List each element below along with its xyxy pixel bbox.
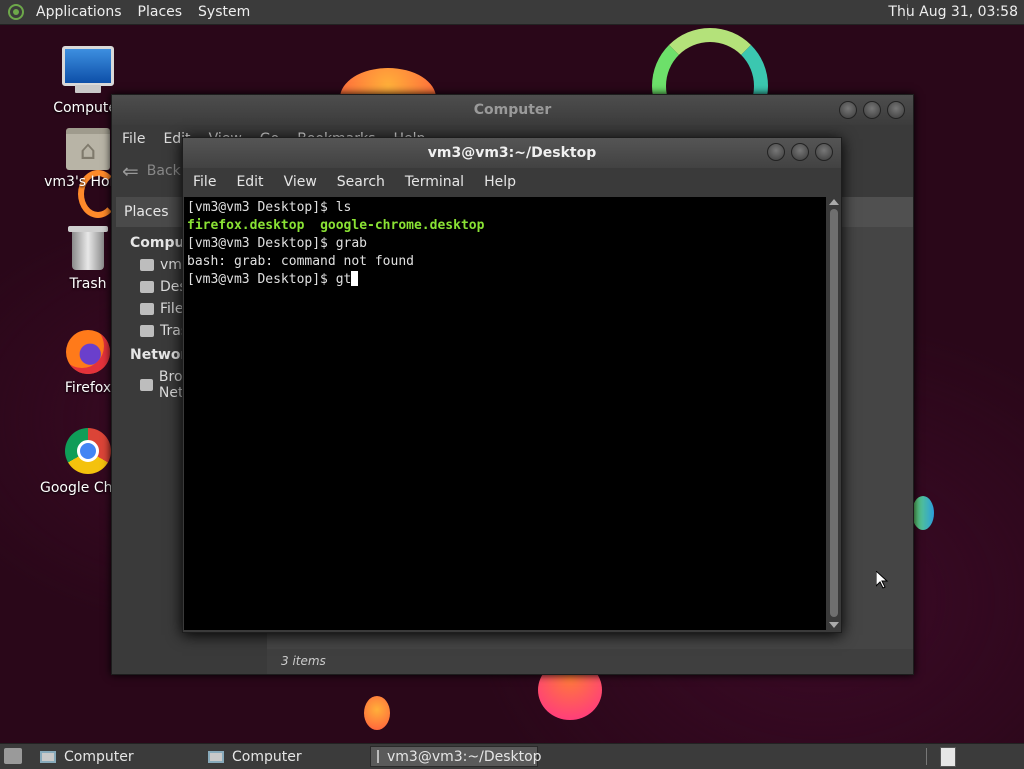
- terminal-icon: [377, 750, 379, 763]
- menu-edit[interactable]: Edit: [236, 174, 263, 190]
- taskbar-item-computer-2[interactable]: Computer: [202, 746, 362, 767]
- terminal-titlebar[interactable]: vm3@vm3:~/Desktop: [183, 138, 841, 168]
- wallpaper-teal-blob: [912, 496, 934, 530]
- scroll-up-icon[interactable]: [829, 199, 839, 205]
- minimize-button[interactable]: [839, 101, 857, 119]
- taskbar-label: Computer: [232, 748, 302, 765]
- menu-file[interactable]: File: [122, 131, 145, 147]
- taskbar-label: Computer: [64, 748, 134, 765]
- taskbar-item-terminal[interactable]: vm3@vm3:~/Desktop: [370, 746, 542, 767]
- menu-search[interactable]: Search: [337, 174, 385, 190]
- terminal-prompt-line: [vm3@vm3 Desktop]$ gt: [187, 272, 352, 287]
- computer-icon: [40, 750, 56, 763]
- ls-entry: firefox.desktop: [187, 218, 305, 233]
- terminal-line: [vm3@vm3 Desktop]$ grab: [187, 236, 368, 251]
- computer-icon: [62, 46, 114, 93]
- close-button[interactable]: [815, 143, 833, 161]
- minimize-button[interactable]: [767, 143, 785, 161]
- places-menu[interactable]: Places: [130, 4, 191, 20]
- distro-logo-icon[interactable]: [8, 4, 24, 20]
- close-button[interactable]: [887, 101, 905, 119]
- clock[interactable]: Thu Aug 31, 03:58: [888, 4, 1018, 20]
- home-folder-icon: [66, 128, 110, 170]
- terminal-scrollbar[interactable]: [828, 197, 840, 630]
- menu-view[interactable]: View: [284, 174, 317, 190]
- back-label: Back: [146, 163, 181, 179]
- desktop-icon: [140, 281, 154, 293]
- window-controls: [767, 143, 833, 161]
- window-title: Computer: [473, 102, 552, 118]
- panel-separator: [926, 748, 927, 765]
- computer-icon: [208, 750, 224, 763]
- ls-entry: google-chrome.desktop: [320, 218, 485, 233]
- wallpaper-small-orange-blob: [364, 696, 390, 730]
- workspace-switcher[interactable]: [940, 747, 956, 767]
- menu-file[interactable]: File: [193, 174, 216, 190]
- back-arrow-icon: ⇐: [122, 159, 139, 183]
- firefox-icon: [66, 330, 110, 374]
- applications-menu[interactable]: Applications: [28, 4, 130, 20]
- taskbar-item-computer-1[interactable]: Computer: [34, 746, 194, 767]
- home-icon: [140, 259, 154, 271]
- network-icon: [140, 379, 153, 391]
- menu-help[interactable]: Help: [484, 174, 516, 190]
- trash-icon: [68, 226, 108, 270]
- terminal-menubar: File Edit View Search Terminal Help: [183, 168, 841, 196]
- file-manager-titlebar[interactable]: Computer: [112, 95, 913, 125]
- terminal-line: [vm3@vm3 Desktop]$ ls: [187, 200, 352, 215]
- taskbar-label: vm3@vm3:~/Desktop: [387, 748, 542, 765]
- menu-terminal[interactable]: Terminal: [405, 174, 464, 190]
- show-desktop-icon[interactable]: [4, 748, 22, 764]
- terminal-window[interactable]: vm3@vm3:~/Desktop File Edit View Search …: [182, 137, 842, 633]
- status-bar: 3 items: [267, 649, 913, 674]
- top-panel: Applications Places System Thu Aug 31, 0…: [0, 0, 1024, 25]
- window-controls: [839, 101, 905, 119]
- chrome-icon: [65, 428, 111, 474]
- terminal-output[interactable]: [vm3@vm3 Desktop]$ ls firefox.desktop go…: [184, 197, 826, 630]
- bottom-panel: Computer Computer vm3@vm3:~/Desktop: [0, 743, 1024, 769]
- terminal-line: bash: grab: command not found: [187, 254, 414, 269]
- trash-icon: [140, 325, 154, 337]
- text-cursor: [351, 271, 359, 286]
- maximize-button[interactable]: [863, 101, 881, 119]
- back-button[interactable]: ⇐ Back: [122, 159, 181, 183]
- drive-icon: [140, 303, 154, 315]
- scrollbar-thumb[interactable]: [830, 209, 838, 617]
- maximize-button[interactable]: [791, 143, 809, 161]
- system-menu[interactable]: System: [190, 4, 258, 20]
- window-title: vm3@vm3:~/Desktop: [427, 145, 597, 161]
- scroll-down-icon[interactable]: [829, 622, 839, 628]
